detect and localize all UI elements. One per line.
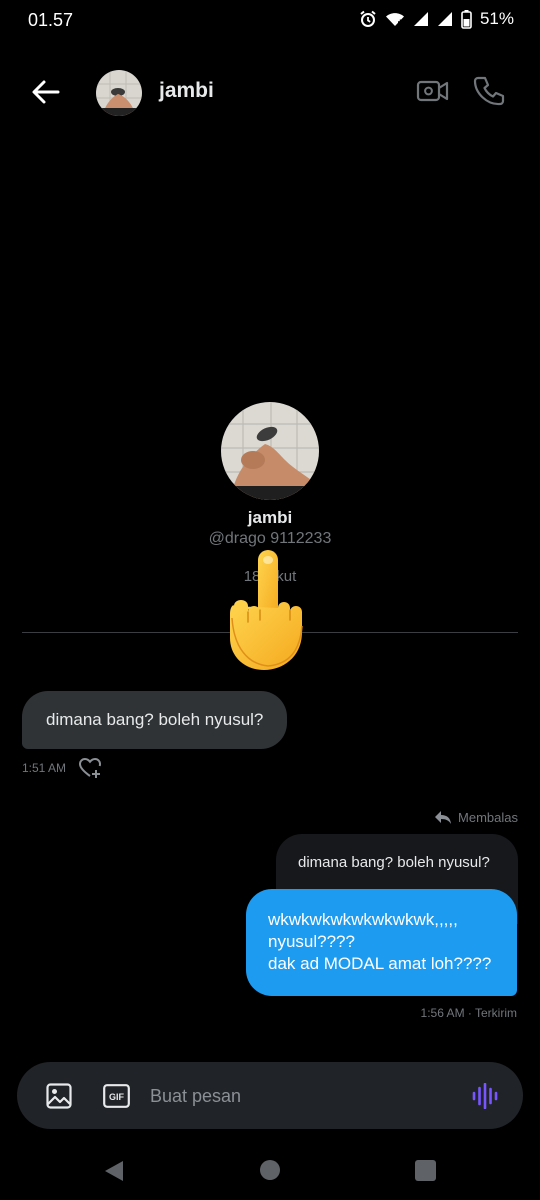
message-line: wkwkwkwkwkwkwkwk,,,,, [268, 910, 458, 929]
add-reaction-button[interactable] [78, 757, 102, 779]
avatar[interactable] [96, 70, 142, 116]
phone-call-button[interactable] [472, 74, 506, 108]
message-composer: GIF [17, 1062, 523, 1129]
conversation-header: jambi [0, 62, 540, 122]
nav-back-button[interactable] [103, 1160, 125, 1182]
battery-icon [461, 9, 472, 29]
message-timestamp: 1:51 AM [22, 761, 67, 775]
heart-plus-icon [78, 757, 102, 778]
battery-level: 51% [479, 9, 514, 28]
message-input[interactable] [150, 1075, 450, 1117]
message-status: 1:56 AM · Terkirim [420, 1006, 517, 1020]
profile-name: jambi [247, 508, 293, 527]
incoming-message-bubble[interactable]: dimana bang? boleh nyusul? [22, 691, 288, 749]
status-bar: 01.57 51% [0, 0, 540, 42]
alarm-icon [359, 10, 377, 28]
back-button[interactable] [28, 74, 64, 110]
reply-arrow-icon [435, 811, 452, 824]
status-icons: 51% [359, 9, 514, 29]
nav-recents-button[interactable] [415, 1160, 436, 1181]
reply-indicator: Membalas [434, 809, 518, 825]
outgoing-message-bubble[interactable]: wkwkwkwkwkwkwkwk,,,,, nyusul???? dak ad … [246, 889, 517, 996]
contact-name[interactable]: jambi [159, 79, 214, 103]
voice-message-button[interactable] [471, 1082, 499, 1110]
profile-handle: @drago 9112233 [208, 530, 332, 547]
status-time: 01.57 [28, 10, 74, 30]
svg-text:GIF: GIF [109, 1092, 125, 1102]
wifi-icon [385, 11, 405, 27]
reply-label: Membalas [458, 809, 518, 825]
triangle-back-icon [105, 1161, 123, 1181]
image-icon [46, 1083, 72, 1109]
add-gif-button[interactable]: GIF [103, 1084, 130, 1108]
back-arrow-icon [32, 80, 60, 104]
system-nav-bar [0, 1140, 540, 1200]
message-line: nyusul???? [268, 932, 355, 951]
video-call-button[interactable] [416, 76, 450, 106]
middle-finger-emoji-icon [222, 548, 314, 673]
signal-icon [413, 11, 429, 27]
add-media-button[interactable] [45, 1082, 73, 1110]
gif-icon: GIF [103, 1084, 130, 1108]
voice-wave-icon [472, 1082, 498, 1110]
video-call-icon [416, 80, 449, 102]
message-line: dak ad MODAL amat loh???? [268, 954, 492, 973]
phone-icon [473, 76, 505, 106]
signal-icon [437, 11, 453, 27]
nav-home-button[interactable] [260, 1160, 280, 1180]
profile-avatar[interactable] [221, 402, 319, 500]
